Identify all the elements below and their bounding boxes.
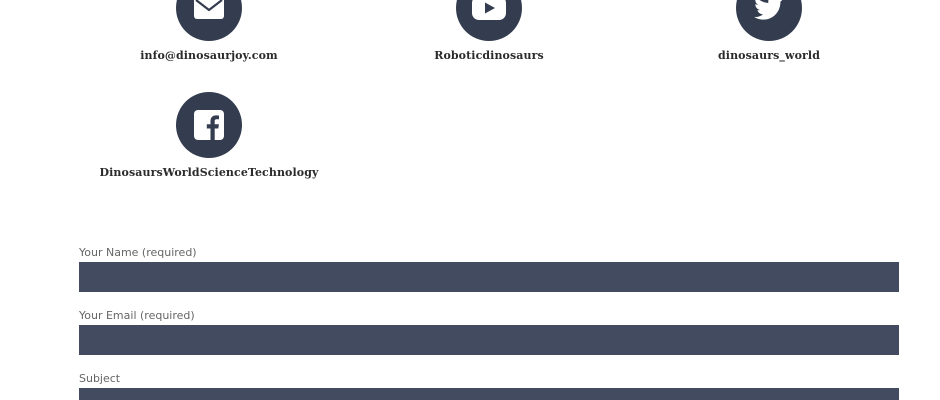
contact-page: info@dinosaurjoy.com Roboticdinosaurs di… <box>0 0 940 400</box>
envelope-icon <box>194 0 224 19</box>
name-input[interactable] <box>79 262 899 292</box>
facebook-link-button[interactable] <box>176 92 242 158</box>
subject-input[interactable] <box>79 388 899 400</box>
contact-youtube: Roboticdinosaurs <box>359 0 619 62</box>
facebook-label[interactable]: DinosaursWorldScienceTechnology <box>79 166 339 179</box>
subject-field-group: Subject <box>79 371 899 400</box>
email-field-label: Your Email (required) <box>79 309 195 322</box>
name-field-label: Your Name (required) <box>79 246 197 259</box>
email-input[interactable] <box>79 325 899 355</box>
youtube-icon <box>472 0 506 20</box>
twitter-link-button[interactable] <box>736 0 802 41</box>
name-field-group: Your Name (required) <box>79 245 899 292</box>
email-label[interactable]: info@dinosaurjoy.com <box>79 49 339 62</box>
youtube-link-button[interactable] <box>456 0 522 41</box>
facebook-icon <box>194 110 224 140</box>
contact-email: info@dinosaurjoy.com <box>79 0 339 62</box>
contact-twitter: dinosaurs_world <box>639 0 899 62</box>
subject-field-label: Subject <box>79 372 121 385</box>
email-field-group: Your Email (required) <box>79 308 899 355</box>
email-link-button[interactable] <box>176 0 242 41</box>
twitter-label[interactable]: dinosaurs_world <box>639 49 899 62</box>
twitter-icon <box>754 0 783 20</box>
youtube-label[interactable]: Roboticdinosaurs <box>359 49 619 62</box>
contact-facebook: DinosaursWorldScienceTechnology <box>79 92 339 179</box>
